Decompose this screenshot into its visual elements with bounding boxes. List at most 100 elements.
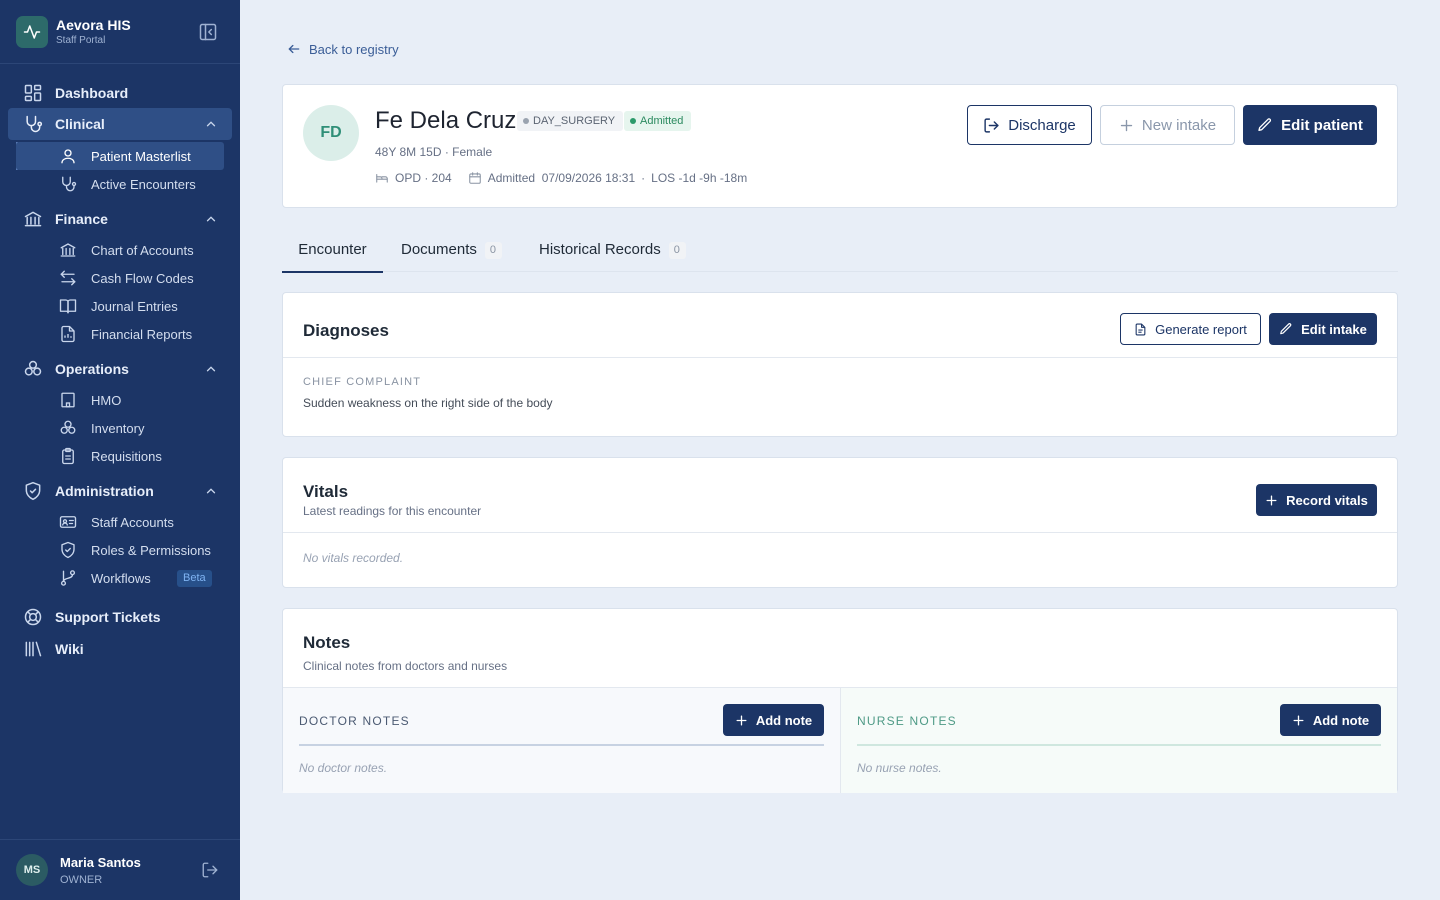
sidebar-item-requisitions[interactable]: Requisitions (16, 442, 224, 470)
sidebar-group-label: Operations (55, 361, 129, 377)
add-doctor-note-button[interactable]: Add note (723, 704, 824, 736)
edit-intake-button[interactable]: Edit intake (1269, 313, 1377, 345)
chief-complaint-value: Sudden weakness on the right side of the… (303, 396, 553, 410)
sidebar-item-label: Journal Entries (91, 299, 178, 314)
sidebar-item-label: Active Encounters (91, 177, 196, 192)
nurse-notes-label: NURSE NOTES (857, 714, 957, 728)
generate-report-button[interactable]: Generate report (1120, 313, 1261, 345)
plus-icon (1265, 494, 1278, 507)
encounter-type-chip: DAY_SURGERY (517, 111, 624, 131)
sidebar-item-hmo[interactable]: HMO (16, 386, 224, 414)
patient-header-card: FD Fe Dela Cruz DAY_SURGERY Admitted 48Y… (282, 84, 1398, 208)
edit-patient-label: Edit patient (1281, 116, 1363, 134)
generate-report-label: Generate report (1155, 321, 1247, 337)
sidebar-item-journal-entries[interactable]: Journal Entries (16, 292, 224, 320)
sidebar-group-label: Clinical (55, 116, 105, 132)
discharge-button[interactable]: Discharge (967, 105, 1092, 145)
pencil-icon (1257, 117, 1273, 133)
sidebar-item-support-tickets[interactable]: Support Tickets (16, 601, 232, 633)
sidebar-item-patient-masterlist[interactable]: Patient Masterlist (16, 142, 224, 170)
sidebar-item-wiki[interactable]: Wiki (16, 633, 232, 665)
record-vitals-label: Record vitals (1286, 492, 1368, 508)
notes-title: Notes (303, 633, 351, 652)
building-icon (59, 391, 77, 409)
sidebar-collapse-icon[interactable] (198, 22, 218, 42)
plus-icon (735, 714, 748, 727)
book-open-icon (59, 297, 77, 315)
user-name: Maria Santos (60, 855, 141, 870)
new-intake-label: New intake (1141, 116, 1217, 134)
sidebar-item-staff-accounts[interactable]: Staff Accounts (16, 508, 224, 536)
divider (857, 744, 1381, 746)
vitals-title: Vitals (303, 482, 349, 501)
sidebar-item-dashboard[interactable]: Dashboard (16, 77, 232, 109)
patient-location: OPD · 204 (395, 171, 452, 185)
shield-check-icon (59, 541, 77, 559)
status-badge: Admitted (624, 111, 692, 131)
tab-label: Historical Records (539, 241, 661, 258)
stethoscope-icon (59, 175, 77, 193)
sidebar-group-clinical[interactable]: Clinical (8, 108, 232, 140)
id-card-icon (59, 513, 77, 531)
sidebar: Aevora HIS Staff Portal Dashboard Clinic… (0, 0, 240, 900)
sidebar-group-finance[interactable]: Finance (16, 203, 232, 235)
sidebar-group-administration[interactable]: Administration (16, 475, 232, 507)
nurse-notes-empty-state: No nurse notes. (857, 761, 942, 775)
chevron-up-icon (204, 362, 218, 376)
sidebar-group-operations[interactable]: Operations (16, 353, 232, 385)
sidebar-item-label: Requisitions (91, 449, 162, 464)
tab-historical-records[interactable]: Historical Records 0 (539, 230, 686, 272)
vitals-card: Vitals Latest readings for this encounte… (282, 457, 1398, 588)
patient-avatar: FD (303, 105, 359, 161)
doctor-notes-label: DOCTOR NOTES (299, 714, 410, 728)
pencil-icon (1279, 322, 1293, 336)
patient-demographics: 48Y 8M 15D · Female (375, 145, 493, 159)
patient-name: Fe Dela Cruz (375, 107, 517, 134)
clipboard-icon (59, 447, 77, 465)
sidebar-item-label: Wiki (55, 641, 84, 657)
length-of-stay: LOS -1d -9h -18m (651, 171, 748, 185)
back-to-registry-link[interactable]: Back to registry (287, 40, 399, 58)
edit-patient-button[interactable]: Edit patient (1243, 105, 1377, 145)
sidebar-item-inventory[interactable]: Inventory (16, 414, 224, 442)
tab-encounter[interactable]: Encounter (282, 230, 383, 273)
vitals-empty-state: No vitals recorded. (303, 551, 404, 565)
separator-dot: · (641, 171, 646, 185)
git-branch-icon (59, 569, 77, 587)
patient-admission-info: OPD · 204 Admitted 07/09/2026 18:31 · LO… (375, 171, 747, 185)
tab-documents[interactable]: Documents 0 (401, 230, 502, 272)
add-note-label: Add note (755, 712, 813, 728)
sidebar-item-workflows[interactable]: Workflows Beta (16, 564, 224, 592)
arrows-swap-icon (59, 269, 77, 287)
boxes-icon (59, 419, 77, 437)
bank-icon (23, 209, 43, 229)
chevron-up-icon (204, 484, 218, 498)
sidebar-item-label: Financial Reports (91, 327, 193, 342)
tab-count-badge: 0 (668, 242, 686, 259)
shield-check-icon (23, 481, 43, 501)
divider (283, 357, 1397, 358)
arrow-left-icon (287, 42, 301, 56)
sidebar-item-roles-permissions[interactable]: Roles & Permissions (16, 536, 224, 564)
edit-intake-label: Edit intake (1301, 321, 1367, 337)
bank-icon (59, 241, 77, 259)
bed-icon (375, 171, 389, 185)
new-intake-button[interactable]: New intake (1100, 105, 1235, 145)
sidebar-item-chart-of-accounts[interactable]: Chart of Accounts (16, 236, 224, 264)
discharge-icon (983, 117, 1000, 134)
user-icon (59, 147, 77, 165)
sidebar-item-financial-reports[interactable]: Financial Reports (16, 320, 224, 348)
doctor-notes-empty-state: No doctor notes. (299, 761, 388, 775)
chevron-up-icon (204, 117, 218, 131)
sidebar-item-cash-flow-codes[interactable]: Cash Flow Codes (16, 264, 224, 292)
sidebar-item-label: Support Tickets (55, 609, 161, 625)
divider (283, 532, 1397, 533)
avatar: MS (16, 854, 48, 886)
sidebar-item-label: Workflows (91, 571, 151, 586)
diagnoses-title: Diagnoses (303, 321, 389, 340)
calendar-icon (468, 171, 482, 185)
sidebar-item-active-encounters[interactable]: Active Encounters (16, 170, 224, 198)
logout-icon[interactable] (201, 861, 219, 879)
add-nurse-note-button[interactable]: Add note (1280, 704, 1381, 736)
record-vitals-button[interactable]: Record vitals (1256, 484, 1377, 516)
